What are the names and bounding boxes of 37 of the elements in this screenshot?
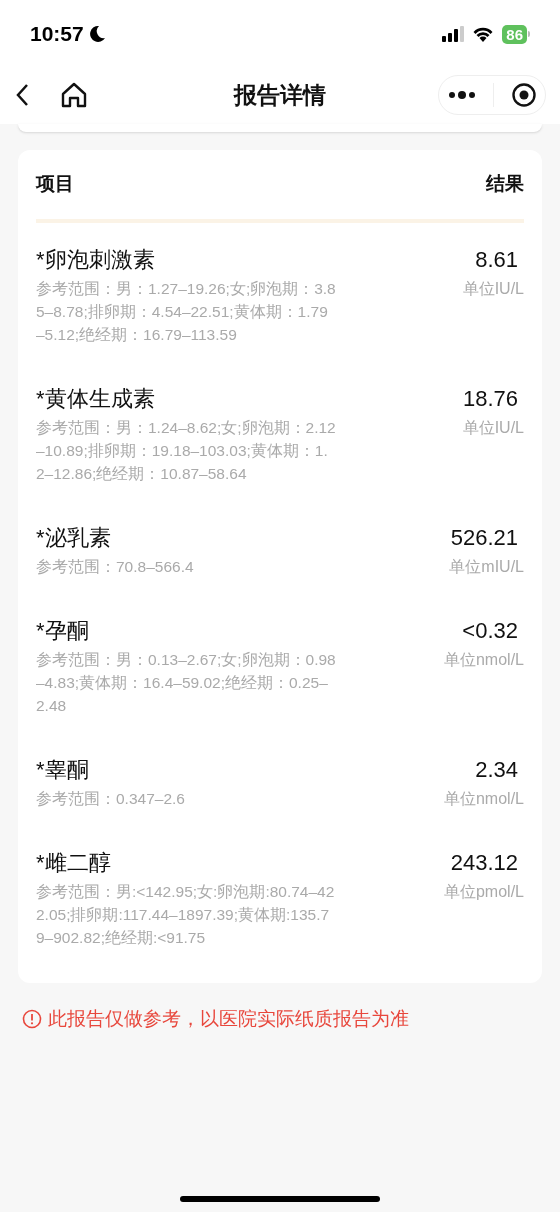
- battery-icon: 86: [502, 24, 530, 44]
- close-target-icon[interactable]: [510, 82, 537, 108]
- test-name: *泌乳素: [36, 523, 112, 552]
- result-unit: 单位nmol/L: [443, 788, 524, 809]
- reference-range: 参考范围：70.8–566.4: [36, 556, 195, 577]
- test-name: *卵泡刺激素: [36, 245, 156, 274]
- reference-range: 参考范围：0.347–2.6: [36, 788, 186, 809]
- more-icon[interactable]: [447, 91, 476, 99]
- result-value: 8.61: [475, 245, 519, 274]
- warning-icon: [22, 1008, 42, 1029]
- test-name: *雌二醇: [36, 848, 112, 877]
- result-value: <0.32: [462, 616, 519, 645]
- reference-range: 参考范围：男:<142.95;女:卵泡期:80.74–422.05;排卵期:117.44–1897.39;黄体期:135.79–902.82;绝经期:<91.75: [36, 881, 336, 948]
- wifi-icon: [472, 26, 495, 42]
- reference-range: 参考范围：男：1.27–19.26;女;卵泡期：3.85–8.78;排卵期：4.54–22.51;黄体期：1.79–5.12;绝经期：16.79–113.59: [36, 278, 336, 345]
- home-icon[interactable]: [60, 81, 88, 109]
- test-name: *睾酮: [36, 755, 90, 784]
- result-value: 2.34: [475, 755, 519, 784]
- moon-icon: [87, 25, 106, 43]
- signal-icon: [442, 26, 465, 42]
- result-unit: 单位nmol/L: [443, 649, 524, 670]
- page-title: 报告详情: [234, 80, 326, 110]
- column-header: 项目: [36, 172, 74, 196]
- test-name: *黄体生成素: [36, 384, 156, 413]
- test-name: *孕酮: [36, 616, 90, 645]
- result-unit: 单位IU/L: [462, 417, 524, 438]
- result-unit: 单位pmol/L: [443, 881, 524, 902]
- reference-range: 参考范围：男：0.13–2.67;女;卵泡期：0.98–4.83;黄体期：16.4–59.02;绝经期：0.25–2.48: [36, 649, 336, 716]
- disclaimer-text: 此报告仅做参考，以医院实际纸质报告为准: [48, 1006, 409, 1031]
- result-unit: 单位IU/L: [462, 278, 524, 299]
- result-unit: 单位mIU/L: [449, 556, 524, 577]
- result-value: 243.12: [450, 848, 519, 877]
- result-value: 526.21: [450, 523, 519, 552]
- reference-range: 参考范围：男：1.24–8.62;女;卵泡期：2.12–10.89;排卵期：19.18–103.03;黄体期：1.2–12.86;绝经期：10.87–58.64: [36, 417, 336, 484]
- result-value: 18.76: [462, 384, 519, 413]
- status-time: 10:57: [30, 21, 84, 48]
- column-header: 结果: [486, 172, 524, 196]
